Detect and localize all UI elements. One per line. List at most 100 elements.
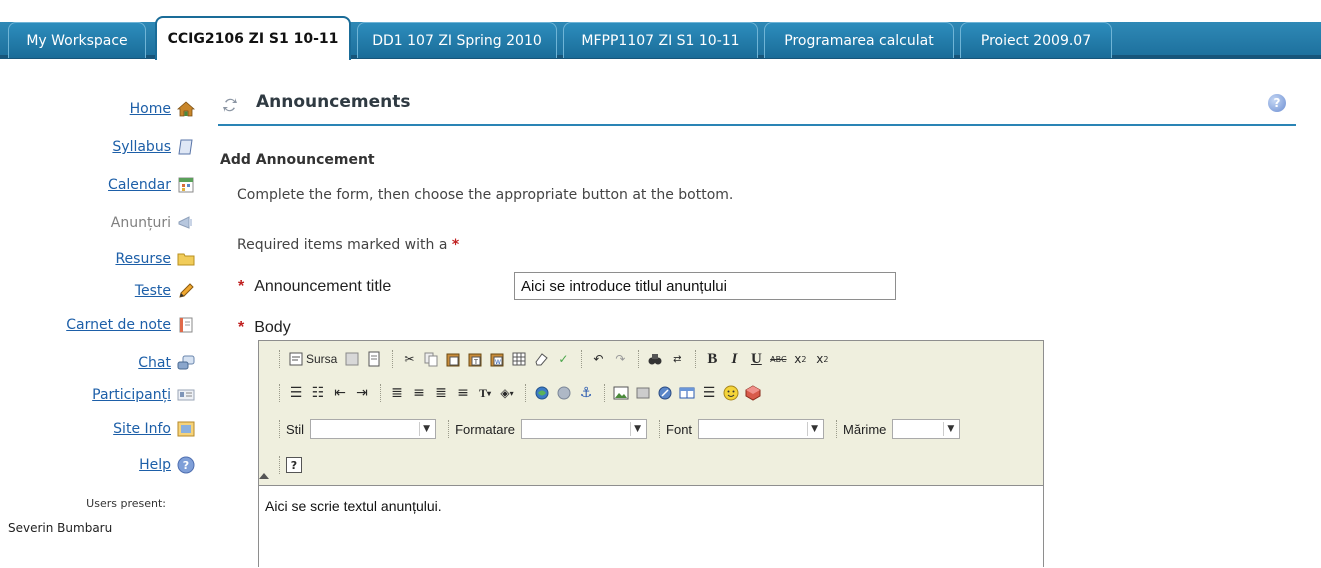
numbered-list-icon[interactable]: ☰ <box>286 383 306 403</box>
paste-icon[interactable] <box>443 349 463 369</box>
indent-icon[interactable]: ⇥ <box>352 383 372 403</box>
toolbar-separator <box>836 420 838 438</box>
cut-icon[interactable]: ✂ <box>399 349 419 369</box>
tool-label[interactable]: Resurse <box>115 251 171 267</box>
tab-label: Programarea calculat <box>784 32 934 49</box>
redo-icon[interactable]: ↷ <box>610 349 630 369</box>
image-icon[interactable] <box>611 383 631 403</box>
italic-button[interactable]: I <box>724 349 744 369</box>
undo-icon[interactable]: ↶ <box>588 349 608 369</box>
smiley-icon[interactable] <box>721 383 741 403</box>
body-editor-area[interactable]: Aici se scrie textul anunțului. <box>259 485 1043 568</box>
tab-mfpp1107[interactable]: MFPP1107 ZI S1 10-11 <box>563 22 758 58</box>
font-select[interactable]: ▼ <box>698 419 825 439</box>
tab-dd1-107[interactable]: DD1 107 ZI Spring 2010 <box>357 22 557 58</box>
table-grid-icon[interactable] <box>509 349 529 369</box>
paste-word-icon[interactable]: W <box>487 349 507 369</box>
superscript-button[interactable]: x2 <box>812 349 832 369</box>
source-label: Sursa <box>306 352 338 366</box>
toolbar-separator <box>581 350 583 368</box>
tool-label[interactable]: Chat <box>138 355 171 371</box>
background-color-icon[interactable]: ◈ ▾ <box>497 383 517 403</box>
subscript-button[interactable]: x2 <box>790 349 810 369</box>
reset-tool-icon[interactable] <box>222 96 238 118</box>
format-select[interactable]: ▼ <box>521 419 648 439</box>
tool-teste[interactable]: Teste <box>135 280 195 302</box>
horizontal-rule-icon[interactable]: ☰ <box>699 383 719 403</box>
tool-syllabus[interactable]: Syllabus <box>112 136 195 158</box>
announcements-icon <box>177 214 195 232</box>
source-button[interactable]: Sursa <box>286 349 340 369</box>
format-combo-label: Formatare <box>455 421 516 437</box>
tool-calendar[interactable]: Calendar <box>108 174 195 196</box>
required-note: Required items marked with a * <box>237 237 459 253</box>
tool-help[interactable]: Help ? <box>139 454 195 476</box>
toolbar-separator <box>695 350 697 368</box>
strikethrough-button[interactable]: ABC <box>768 349 788 369</box>
toolbar-separator <box>279 420 280 438</box>
page-title: Announcements <box>256 92 411 112</box>
tab-label: My Workspace <box>26 32 128 49</box>
spellcheck-icon[interactable]: ✓ <box>553 349 573 369</box>
tool-resurse[interactable]: Resurse <box>115 248 195 270</box>
find-icon[interactable] <box>645 349 665 369</box>
label-text: Body <box>254 319 291 336</box>
tab-my-workspace[interactable]: My Workspace <box>8 22 146 58</box>
tool-participanti[interactable]: Participanți <box>92 384 195 406</box>
bold-button[interactable]: B <box>702 349 722 369</box>
tool-carnet-de-note[interactable]: Carnet de note <box>66 314 195 336</box>
tool-chat[interactable]: Chat <box>138 352 195 374</box>
link-icon[interactable] <box>532 383 552 403</box>
special-char-icon[interactable] <box>743 383 763 403</box>
table-icon[interactable] <box>677 383 697 403</box>
tool-label[interactable]: Teste <box>135 283 171 299</box>
toolbar-separator <box>638 350 640 368</box>
size-select[interactable]: ▼ <box>892 419 961 439</box>
eraser-icon[interactable] <box>531 349 551 369</box>
align-justify-icon[interactable]: ≡ <box>453 383 473 403</box>
outdent-icon[interactable]: ⇤ <box>330 383 350 403</box>
site-info-icon <box>177 420 195 438</box>
style-select[interactable]: ▼ <box>310 419 437 439</box>
tab-proiect[interactable]: Proiect 2009.07 <box>960 22 1112 58</box>
align-left-icon[interactable]: ≣ <box>387 383 407 403</box>
tool-anunturi[interactable]: Anunțuri <box>111 212 195 234</box>
page-help-icon[interactable]: ? <box>1268 94 1286 112</box>
tool-label[interactable]: Anunțuri <box>111 215 171 231</box>
media-icon[interactable] <box>655 383 675 403</box>
collapse-toolbar-icon[interactable] <box>259 473 269 479</box>
tool-label[interactable]: Syllabus <box>112 139 171 155</box>
anchor-icon[interactable]: ⚓ <box>576 383 596 403</box>
save-icon[interactable] <box>342 349 362 369</box>
tool-home[interactable]: Home <box>130 98 196 120</box>
text-color-icon[interactable]: T ▾ <box>475 383 495 403</box>
unlink-icon[interactable] <box>554 383 574 403</box>
tab-ccig2106[interactable]: CCIG2106 ZI S1 10-11 <box>155 16 351 60</box>
new-page-icon[interactable] <box>364 349 384 369</box>
align-center-icon[interactable]: ≡ <box>409 383 429 403</box>
underline-button[interactable]: U <box>746 349 766 369</box>
editor-help-button[interactable]: ? <box>286 457 302 473</box>
body-label: * Body <box>238 319 291 337</box>
chevron-down-icon: ▼ <box>943 422 957 436</box>
chevron-down-icon: ▼ <box>807 422 821 436</box>
bulleted-list-icon[interactable]: ☷ <box>308 383 328 403</box>
tool-label[interactable]: Carnet de note <box>66 317 171 333</box>
tool-label[interactable]: Calendar <box>108 177 171 193</box>
tool-label[interactable]: Home <box>130 101 171 117</box>
tab-programarea[interactable]: Programarea calculat <box>764 22 954 58</box>
toolbar-separator <box>392 350 394 368</box>
paste-text-icon[interactable]: T <box>465 349 485 369</box>
flash-icon[interactable] <box>633 383 653 403</box>
tool-label[interactable]: Participanți <box>92 387 171 403</box>
rich-text-editor: Sursa ✂ T W ✓ ↶ ↷ ⇄ B I U ABC x2 x2 ☰ ☷ … <box>258 340 1044 568</box>
chevron-down-icon: ▼ <box>419 422 433 436</box>
tool-label[interactable]: Site Info <box>113 421 171 437</box>
copy-icon[interactable] <box>421 349 441 369</box>
tool-label[interactable]: Help <box>139 457 171 473</box>
replace-icon[interactable]: ⇄ <box>667 349 687 369</box>
tool-site-info[interactable]: Site Info <box>113 418 195 440</box>
announcement-title-input[interactable] <box>514 272 896 300</box>
font-combo-label: Font <box>666 421 693 437</box>
align-right-icon[interactable]: ≣ <box>431 383 451 403</box>
